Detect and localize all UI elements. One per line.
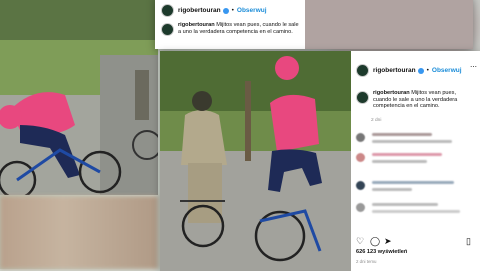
send-icon[interactable]: ➤: [384, 237, 392, 246]
comment-icon[interactable]: ◯: [370, 237, 380, 246]
comment-avatar: [356, 203, 365, 212]
verified-icon: [222, 7, 229, 14]
more-options-icon[interactable]: ⋯: [470, 63, 477, 71]
caption-row: rigobertouran Mijitos vean pues, cuando …: [356, 90, 469, 111]
left-photo-scene: [0, 0, 158, 195]
post-header-back: rigobertouran • Obserwuj: [161, 4, 267, 17]
bookmark-icon[interactable]: ▯: [466, 237, 471, 246]
left-video-still: [0, 0, 158, 195]
comment-blurred: [356, 131, 476, 147]
follow-button[interactable]: Obserwuj: [432, 67, 462, 74]
comment-avatar: [356, 181, 365, 190]
back-card-photo: [305, 0, 473, 49]
comment-text-line: [372, 203, 438, 206]
heart-icon[interactable]: ♡: [356, 237, 364, 246]
comment-blurred: [356, 179, 476, 195]
comment-avatar: [356, 153, 365, 162]
verified-icon: [417, 67, 424, 74]
comment-avatar: [356, 133, 365, 142]
caption-username[interactable]: rigobertouran: [178, 22, 215, 28]
left-blur-strip: [0, 196, 158, 269]
avatar[interactable]: [161, 4, 174, 17]
comment-blurred: [356, 151, 476, 167]
separator: •: [231, 7, 234, 14]
comment-text-line: [372, 133, 432, 136]
comment-text-line: [372, 181, 454, 184]
caption-row-back: rigobertouran Mijitos vean pues, cuando …: [161, 22, 299, 36]
instagram-post-card-back: rigobertouran • Obserwuj rigobertouran M…: [155, 0, 473, 49]
username[interactable]: rigobertouran: [373, 67, 416, 74]
instagram-post-card: rigobertouran • Obserwuj ⋯ rigobertouran…: [160, 51, 480, 271]
time-ago: 2 dni: [371, 118, 382, 123]
photo-scene: [160, 51, 351, 271]
post-actions: ♡ ◯ ➤ ▯: [356, 237, 474, 247]
comment-blurred: [356, 201, 476, 217]
caption-username[interactable]: rigobertouran: [373, 90, 410, 96]
view-count: 626 123 wyświetleń: [356, 249, 408, 255]
avatar[interactable]: [356, 64, 369, 77]
comment-text-line: [372, 188, 412, 191]
avatar[interactable]: [356, 91, 369, 104]
comment-text-line: [372, 160, 427, 163]
comment-text-line: [372, 210, 460, 213]
avatar[interactable]: [161, 23, 174, 36]
post-header: rigobertouran • Obserwuj: [356, 64, 462, 77]
video-still: [160, 51, 351, 271]
username[interactable]: rigobertouran: [178, 7, 221, 14]
post-date: 2 dni temu: [356, 259, 377, 264]
separator: •: [426, 67, 429, 74]
comment-text-line: [372, 153, 442, 156]
comment-text-line: [372, 140, 452, 143]
follow-button[interactable]: Obserwuj: [237, 7, 267, 14]
